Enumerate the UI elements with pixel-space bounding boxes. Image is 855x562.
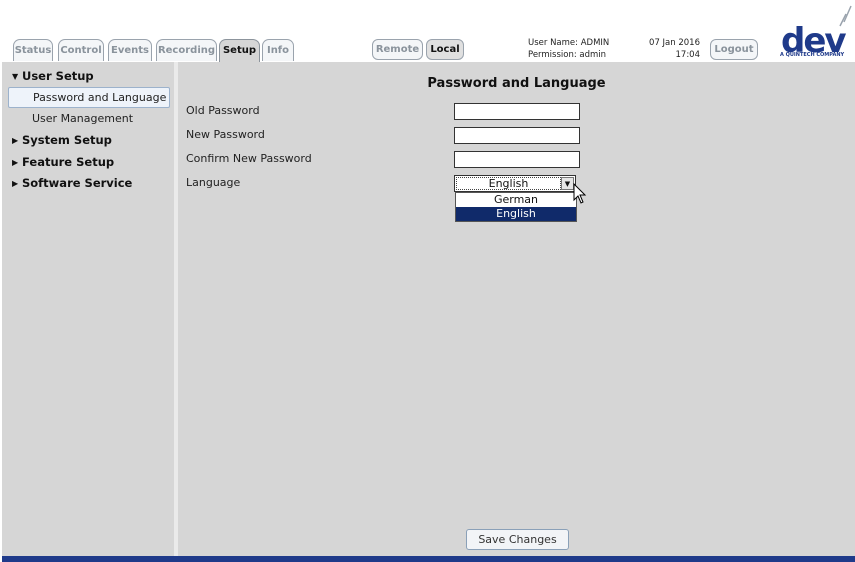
logo-tagline: A QUINTECH COMPANY [780,52,845,58]
sidebar-group-user-setup[interactable]: ▼ User Setup [12,69,94,83]
header: Status Control Events Recording Setup In… [0,0,855,62]
tab-info[interactable]: Info [262,39,294,61]
local-button[interactable]: Local [426,39,464,60]
sidebar-group-label: User Setup [22,69,94,83]
triangle-down-icon: ▼ [12,72,19,81]
dev-logo: dev A QUINTECH COMPANY [780,2,855,61]
sidebar: ▼ User Setup Password and Language User M… [2,62,174,556]
language-dropdown-list: German English [455,192,577,222]
sidebar-group-label: Feature Setup [22,155,115,169]
language-option-english[interactable]: English [456,207,576,221]
new-password-label: New Password [186,128,265,141]
date-text: 07 Jan 2016 [649,38,700,48]
tab-events[interactable]: Events [108,39,152,61]
tab-status[interactable]: Status [13,39,53,61]
sidebar-group-feature-setup[interactable]: ▶ Feature Setup [12,155,114,169]
new-password-field[interactable] [454,127,580,144]
tab-setup[interactable]: Setup [219,39,260,62]
user-name-text: User Name: ADMIN [528,38,610,48]
sidebar-group-label: Software Service [22,176,133,190]
permission-text: Permission: admin [528,50,607,60]
triangle-right-icon: ▶ [12,179,19,188]
sidebar-item-user-management[interactable]: User Management [32,112,133,125]
language-select[interactable]: English ▼ [454,175,576,192]
old-password-field[interactable] [454,103,580,120]
language-option-german[interactable]: German [456,193,576,207]
bottom-bar [2,556,855,562]
old-password-label: Old Password [186,104,260,117]
triangle-right-icon: ▶ [12,158,19,167]
language-select-value: English [456,177,561,190]
language-label: Language [186,176,241,189]
tab-control[interactable]: Control [58,39,104,61]
sidebar-group-software-service[interactable]: ▶ Software Service [12,176,132,190]
sidebar-item-password-and-language[interactable]: Password and Language [8,87,170,108]
logout-button[interactable]: Logout [710,39,758,60]
confirm-password-label: Confirm New Password [186,152,312,165]
main-area: ▼ User Setup Password and Language User M… [2,62,855,556]
remote-button[interactable]: Remote [372,39,423,60]
triangle-right-icon: ▶ [12,136,19,145]
time-text: 17:04 [675,50,701,60]
tab-recording[interactable]: Recording [156,39,217,61]
save-changes-button[interactable]: Save Changes [466,529,569,550]
sidebar-group-label: System Setup [22,133,112,147]
confirm-password-field[interactable] [454,151,580,168]
sidebar-group-system-setup[interactable]: ▶ System Setup [12,133,112,147]
mouse-cursor-icon [573,183,587,204]
page-title: Password and Language [427,76,606,91]
content-panel: Password and Language Old Password New P… [178,62,855,556]
